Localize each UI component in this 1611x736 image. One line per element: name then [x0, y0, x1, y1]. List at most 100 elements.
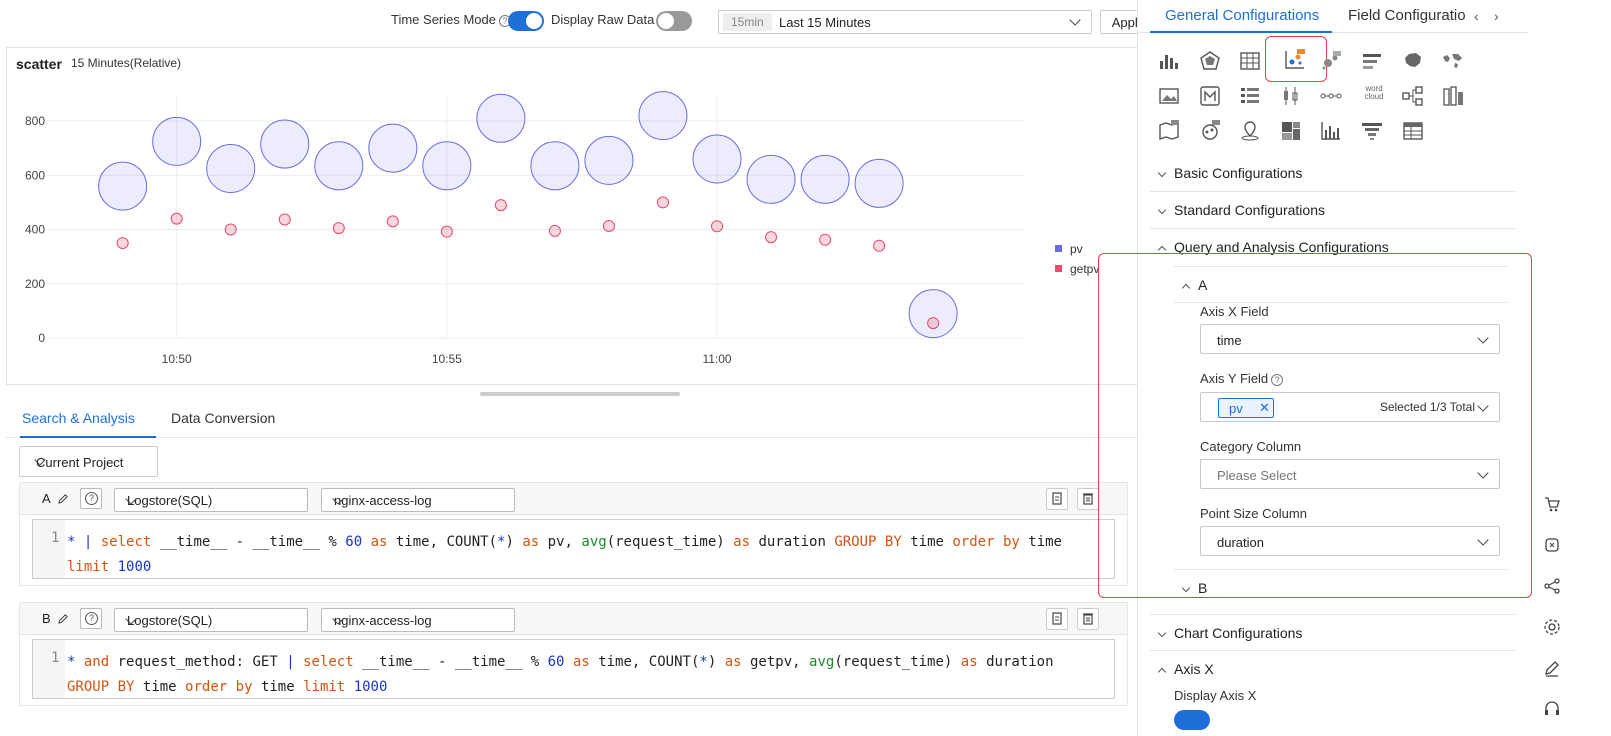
- project-select[interactable]: Current Project: [19, 446, 158, 477]
- sql-token: ): [505, 534, 514, 550]
- legend-label: pv: [1070, 242, 1083, 256]
- section-basic-configurations[interactable]: Basic Configurations: [1150, 155, 1516, 192]
- location-icon[interactable]: [1238, 119, 1264, 141]
- radar-chart-icon[interactable]: [1198, 49, 1224, 71]
- query-code[interactable]: * | select __time__ - __time__ % 60 as t…: [67, 530, 1087, 580]
- pv-point: [692, 134, 742, 184]
- list-icon[interactable]: [1238, 84, 1264, 106]
- scatter-pro-icon[interactable]: [1198, 119, 1224, 141]
- query-editor[interactable]: 1 * and request_method: GET | select __t…: [32, 639, 1115, 699]
- pv-point: [98, 161, 148, 211]
- delete-button[interactable]: [1077, 488, 1099, 510]
- flow-icon[interactable]: [1319, 84, 1345, 106]
- tab-data-conversion[interactable]: Data Conversion: [171, 410, 275, 426]
- highlight-frame: [1098, 253, 1532, 598]
- markdown-icon[interactable]: [1198, 84, 1224, 106]
- cart-icon[interactable]: [1542, 494, 1562, 514]
- scatter-chart-icon[interactable]: [1264, 36, 1327, 82]
- display-axis-x-toggle[interactable]: [1174, 710, 1210, 730]
- store-type-select[interactable]: Logstore(SQL): [114, 488, 308, 512]
- query-help-button[interactable]: ?: [80, 488, 102, 509]
- tab-field-configurations[interactable]: Field Configuratio: [1348, 7, 1468, 24]
- sql-token: time: [395, 534, 430, 550]
- map-pro-icon[interactable]: [1157, 119, 1183, 141]
- query-block-b: B ? Logstore(SQL) nginx-access-log 1 * a…: [19, 602, 1128, 706]
- logstore-select[interactable]: nginx-access-log: [321, 488, 515, 512]
- sql-token: __time__: [362, 654, 430, 670]
- query-editor[interactable]: 1 * | select __time__ - __time__ % 60 as…: [32, 519, 1115, 579]
- sql-keyword: and: [83, 654, 110, 670]
- panel-resize-handle[interactable]: [480, 392, 680, 396]
- store-type-select[interactable]: Logstore(SQL): [114, 608, 308, 632]
- headset-icon[interactable]: [1542, 699, 1562, 719]
- treemap-icon[interactable]: [1279, 119, 1305, 141]
- word-cloud-icon[interactable]: word cloud: [1360, 84, 1386, 106]
- sql-token: %: [328, 534, 337, 550]
- chart-title: scatter: [16, 56, 62, 72]
- display-raw-data-toggle[interactable]: [656, 11, 692, 31]
- topology-icon[interactable]: [1401, 84, 1427, 106]
- histogram-icon[interactable]: [1319, 119, 1345, 141]
- section-axis-x[interactable]: Axis X: [1150, 651, 1516, 688]
- sql-token: (: [834, 654, 843, 670]
- sql-keyword: as: [572, 654, 590, 670]
- bar-chart-icon[interactable]: [1157, 49, 1183, 71]
- edit-icon[interactable]: [1542, 658, 1562, 678]
- bubble-chart-icon[interactable]: [1319, 49, 1345, 71]
- progress-bar-icon[interactable]: [1360, 49, 1386, 71]
- tab-general-configurations[interactable]: General Configurations: [1165, 7, 1319, 24]
- pv-point: [638, 91, 688, 141]
- getpv-point: [386, 215, 399, 228]
- funnel-icon[interactable]: [1360, 119, 1386, 141]
- copy-button[interactable]: [1046, 608, 1068, 630]
- copy-button[interactable]: [1046, 488, 1068, 510]
- time-series-mode-toggle[interactable]: [508, 11, 544, 31]
- legend-swatch: [1055, 265, 1062, 272]
- tab-scroll-right-icon[interactable]: ›: [1494, 8, 1508, 24]
- chart-panel: scatter 15 Minutes(Relative) 0 200 400 600 8…: [6, 47, 1154, 385]
- query-letter: B: [42, 611, 51, 626]
- sql-number: 1000: [353, 679, 388, 695]
- histogram-icon-glyph: [1321, 122, 1341, 140]
- image-icon[interactable]: [1157, 84, 1183, 106]
- edit-pen-icon[interactable]: [58, 493, 69, 504]
- delete-button[interactable]: [1077, 608, 1099, 630]
- share-icon[interactable]: [1542, 576, 1562, 596]
- getpv-point: [494, 199, 507, 212]
- logstore-select[interactable]: nginx-access-log: [321, 608, 515, 632]
- edit-pen-icon[interactable]: [58, 613, 69, 624]
- sql-operator: |: [286, 654, 295, 670]
- time-range-select[interactable]: 15min Last 15 Minutes: [718, 10, 1092, 34]
- query-help-button[interactable]: ?: [80, 608, 102, 629]
- tab-scroll-left-icon[interactable]: ‹: [1474, 8, 1488, 24]
- api-icon[interactable]: [1542, 535, 1562, 555]
- query-code[interactable]: * and request_method: GET | select __tim…: [67, 650, 1087, 700]
- getpv-point: [278, 213, 291, 226]
- data-table-icon[interactable]: [1401, 119, 1427, 141]
- gear-icon[interactable]: [1542, 617, 1562, 637]
- china-map-icon[interactable]: [1401, 49, 1427, 71]
- bubble-chart-icon-glyph: [1322, 51, 1342, 70]
- section-chart-configurations[interactable]: Chart Configurations: [1150, 614, 1516, 651]
- active-tab-indicator: [1150, 31, 1332, 33]
- candlestick-icon[interactable]: [1279, 84, 1305, 106]
- world-map-icon[interactable]: [1441, 49, 1467, 71]
- table-chart-icon[interactable]: [1238, 49, 1264, 71]
- column-chart-icon[interactable]: [1441, 84, 1467, 106]
- pv-point: [206, 143, 256, 193]
- sql-token: __time__: [159, 534, 228, 550]
- sql-keyword: as: [724, 654, 742, 670]
- tab-search-analysis[interactable]: Search & Analysis: [22, 410, 135, 426]
- section-standard-configurations[interactable]: Standard Configurations: [1150, 192, 1516, 229]
